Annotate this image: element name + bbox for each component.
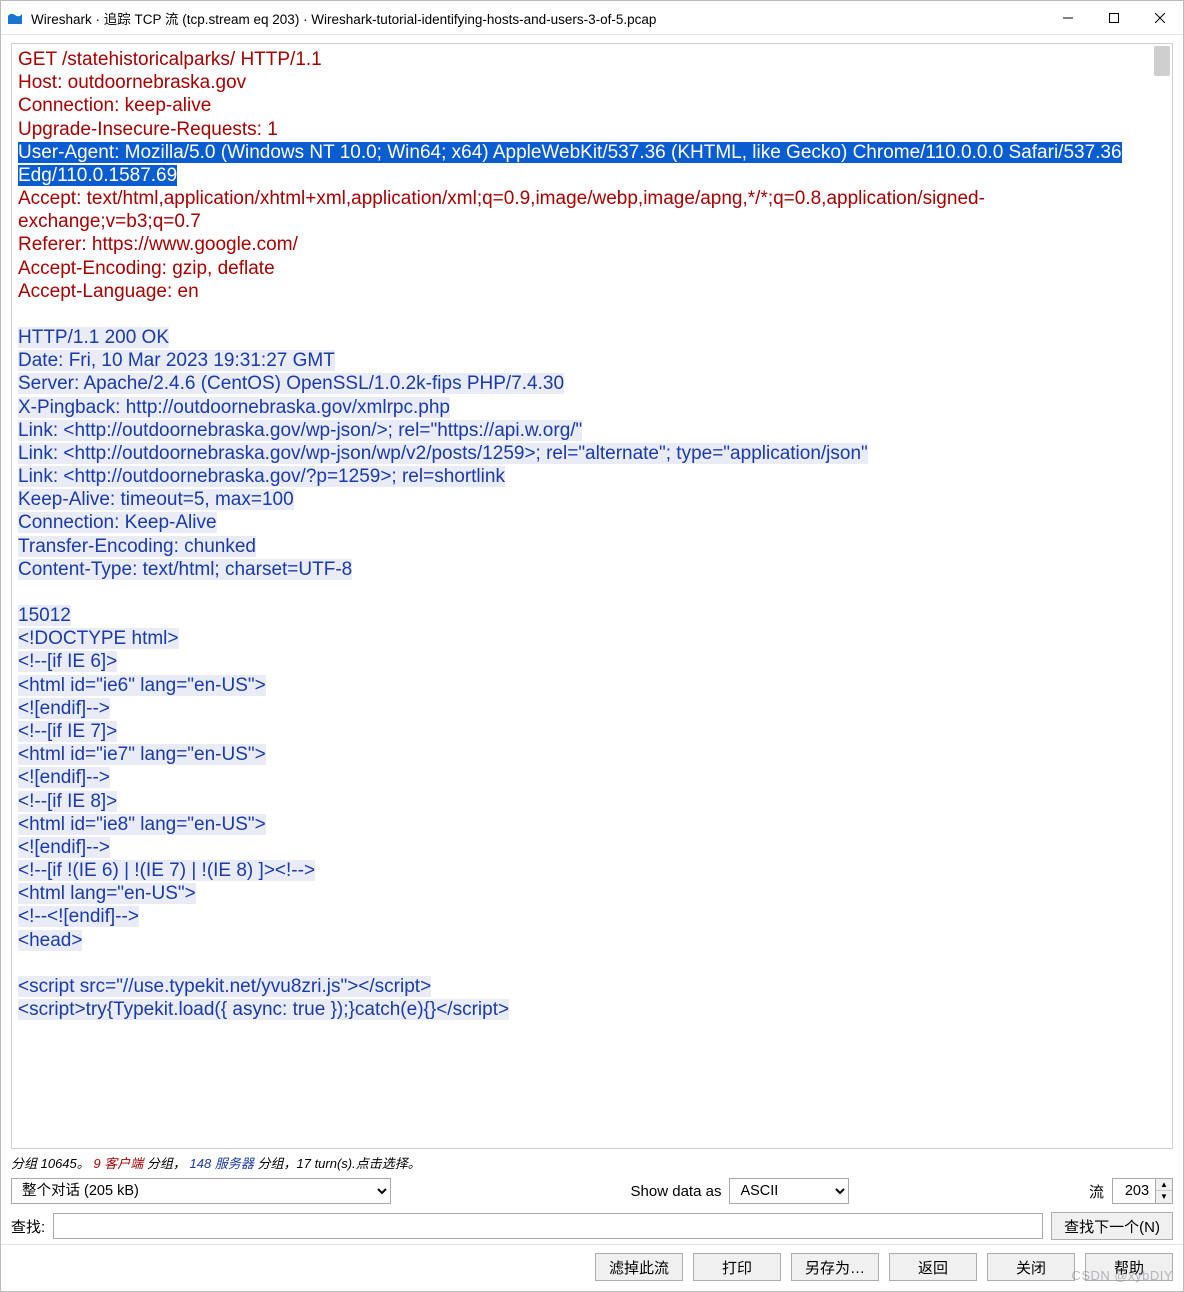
save-as-button[interactable]: 另存为… — [791, 1253, 879, 1281]
tcp-stream-text[interactable]: GET /statehistoricalparks/ HTTP/1.1Host:… — [11, 43, 1173, 1149]
status-suffix: 分组，17 turn(s).点击选择。 — [258, 1156, 421, 1171]
window-title: Wireshark · 追踪 TCP 流 (tcp.stream eq 203)… — [31, 8, 1045, 28]
window-controls — [1045, 1, 1183, 34]
find-input[interactable] — [53, 1213, 1043, 1239]
content-area: GET /statehistoricalparks/ HTTP/1.1Host:… — [1, 35, 1183, 1244]
scrollbar-thumb[interactable] — [1154, 46, 1170, 76]
close-button[interactable] — [1137, 1, 1183, 34]
print-button[interactable]: 打印 — [693, 1253, 781, 1281]
button-bar: 滤掉此流 打印 另存为… 返回 关闭 帮助 — [1, 1244, 1183, 1291]
filter-out-button[interactable]: 滤掉此流 — [595, 1253, 683, 1281]
close-dialog-button[interactable]: 关闭 — [987, 1253, 1075, 1281]
spin-down-icon[interactable]: ▼ — [1156, 1191, 1172, 1203]
app-window: Wireshark · 追踪 TCP 流 (tcp.stream eq 203)… — [0, 0, 1184, 1292]
controls-panel: 整个对话 (205 kB) Show data as ASCII 流 ▲▼ 查找… — [11, 1178, 1173, 1244]
find-label: 查找: — [11, 1216, 45, 1237]
status-mid: 分组， — [147, 1156, 186, 1171]
stream-value-input[interactable] — [1112, 1178, 1156, 1204]
help-button[interactable]: 帮助 — [1085, 1253, 1173, 1281]
stream-label: 流 — [1089, 1181, 1104, 1202]
back-button[interactable]: 返回 — [889, 1253, 977, 1281]
find-next-button[interactable]: 查找下一个(N) — [1051, 1212, 1173, 1240]
titlebar[interactable]: Wireshark · 追踪 TCP 流 (tcp.stream eq 203)… — [1, 1, 1183, 35]
spin-up-icon[interactable]: ▲ — [1156, 1179, 1172, 1191]
maximize-button[interactable] — [1091, 1, 1137, 34]
show-as-select[interactable]: ASCII — [729, 1178, 849, 1204]
status-bar[interactable]: 分组 10645。 9 客户端 分组， 148 服务器 分组，17 turn(s… — [11, 1149, 1173, 1178]
conversation-select[interactable]: 整个对话 (205 kB) — [11, 1178, 391, 1204]
minimize-button[interactable] — [1045, 1, 1091, 34]
client-packet-count: 9 客户端 — [93, 1156, 143, 1171]
wireshark-icon — [7, 10, 23, 26]
server-packet-count: 148 服务器 — [190, 1156, 254, 1171]
show-as-label: Show data as — [631, 1183, 722, 1200]
status-prefix: 分组 10645。 — [11, 1156, 90, 1171]
stream-spinner[interactable]: ▲▼ — [1112, 1178, 1173, 1204]
